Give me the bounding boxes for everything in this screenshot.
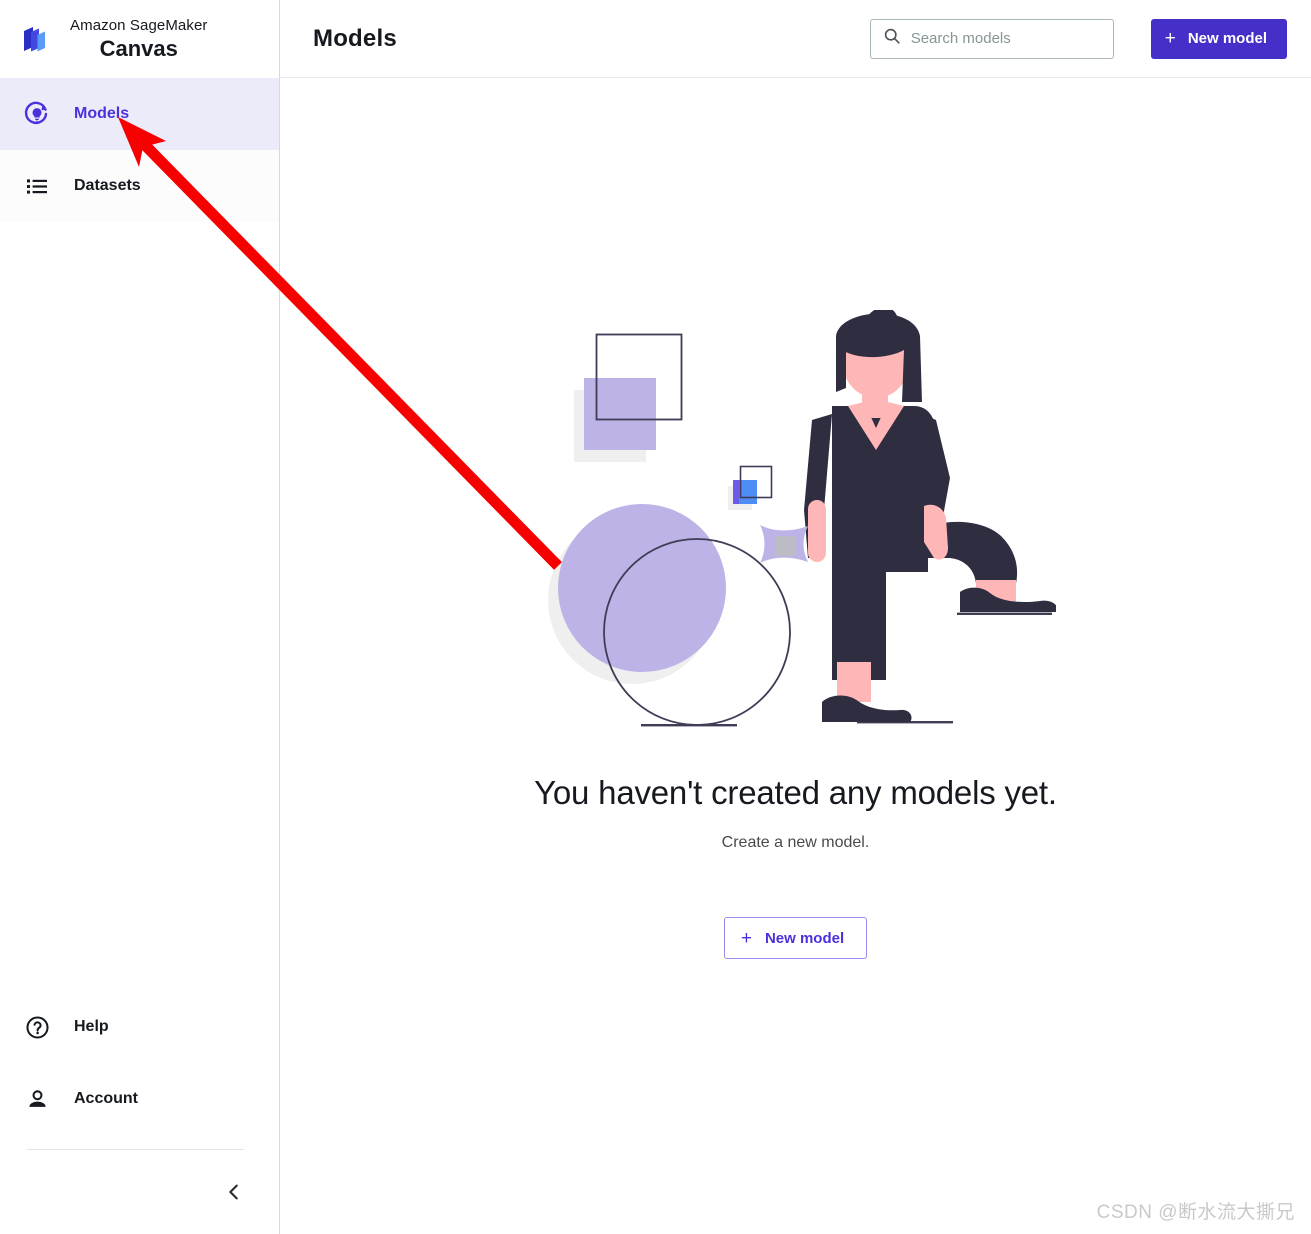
sidebar-item-label-datasets: Datasets (74, 177, 141, 194)
sidebar-item-label-help: Help (74, 1018, 109, 1035)
chevron-left-icon[interactable] (219, 1177, 249, 1207)
empty-state-content: You haven't created any models yet. Crea… (280, 78, 1311, 1234)
plus-icon: + (740, 927, 752, 949)
page-title: Models (313, 24, 397, 52)
person-icon (18, 1086, 56, 1113)
brand-product-name: Amazon SageMaker (70, 17, 208, 34)
empty-state-title: You haven't created any models yet. (534, 774, 1057, 811)
new-model-button-empty-state-label: New model (764, 929, 845, 947)
new-model-button-header[interactable]: + New model (1150, 18, 1287, 59)
sagemaker-logo-icon (16, 19, 56, 59)
brand-app-name: Canvas (99, 36, 178, 61)
sidebar: Amazon SageMaker Canvas Models Datasets … (0, 0, 280, 1234)
empty-state-subtitle: Create a new model. (721, 834, 870, 851)
brand-header: Amazon SageMaker Canvas (0, 0, 279, 78)
empty-state-cta: + New model (723, 917, 868, 959)
brand-text: Amazon SageMaker Canvas (70, 16, 222, 62)
sidebar-item-label-account: Account (74, 1090, 138, 1107)
sidebar-item-account[interactable]: Account (0, 1063, 279, 1135)
new-model-button-empty-state[interactable]: + New model (723, 917, 868, 959)
models-lightbulb-refresh-icon (18, 100, 56, 128)
plus-icon: + (1164, 28, 1176, 49)
sidebar-item-datasets[interactable]: Datasets (0, 150, 279, 222)
sidebar-item-label-models: Models (74, 105, 130, 122)
search-input[interactable] (910, 30, 1101, 47)
search-icon (883, 27, 901, 50)
primary-nav: Models Datasets (0, 78, 279, 222)
new-model-button-header-label: New model (1187, 30, 1267, 47)
main-area: Models + New model (280, 0, 1311, 1234)
secondary-nav: Help Account (0, 991, 279, 1135)
sidebar-item-models[interactable]: Models (0, 78, 279, 150)
sidebar-item-help[interactable]: Help (0, 991, 279, 1063)
search-box[interactable] (869, 18, 1114, 59)
woman-with-geometric-shapes-illustration (536, 307, 1058, 750)
watermark: CSDN @断水流大撕兄 (1096, 1202, 1295, 1223)
top-bar: Models + New model (280, 0, 1311, 78)
question-circle-icon (18, 1014, 56, 1041)
collapse-row (0, 1150, 279, 1234)
list-icon (18, 172, 56, 200)
sagemaker-canvas-app: Amazon SageMaker Canvas Models Datasets … (0, 0, 1311, 1234)
